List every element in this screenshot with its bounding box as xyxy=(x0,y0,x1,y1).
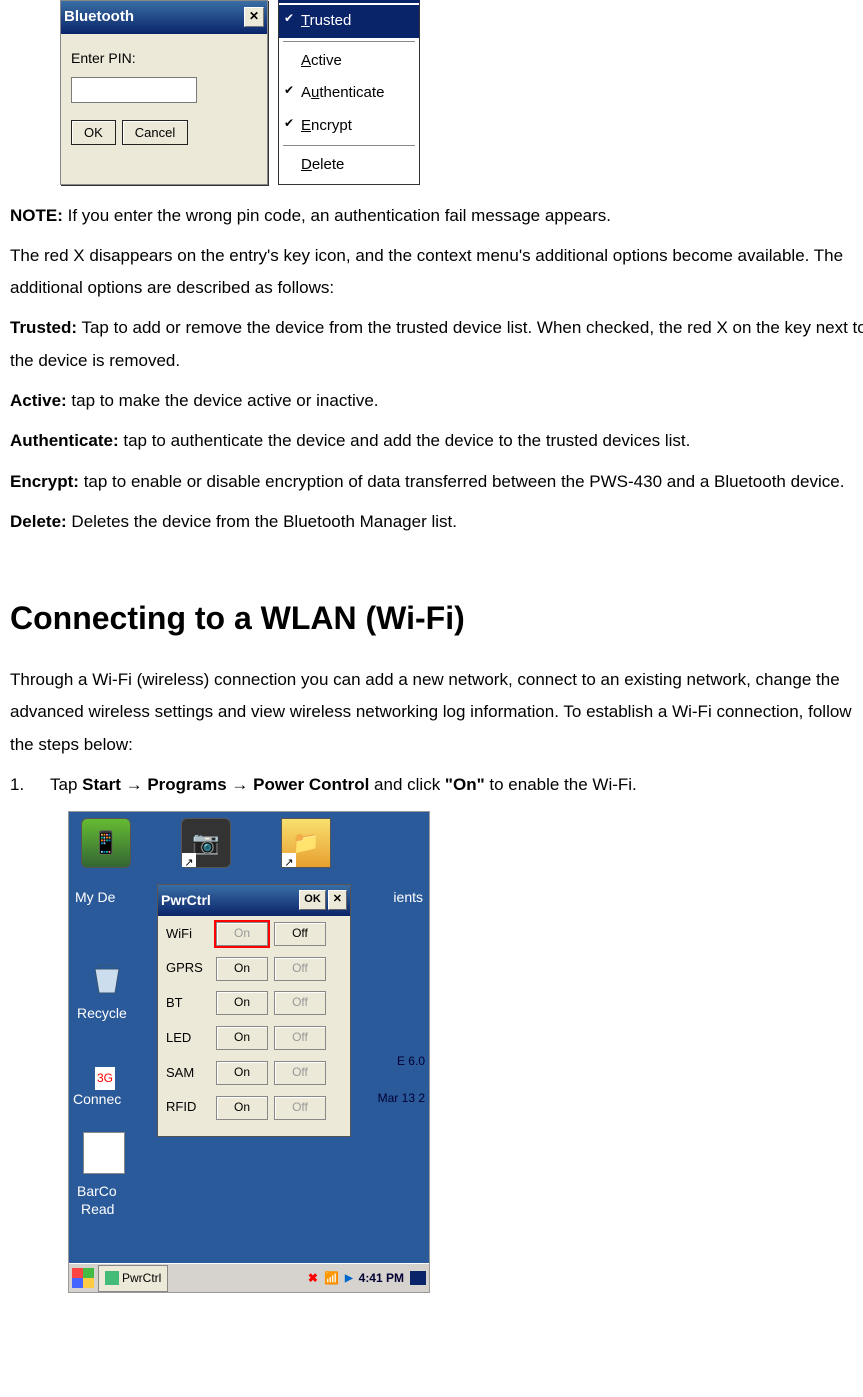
desk-label-ients: ients xyxy=(393,884,423,911)
app-icon xyxy=(105,1271,119,1285)
shortcut-overlay-icon: ↗ xyxy=(182,853,196,867)
off-button[interactable]: Off xyxy=(274,922,326,946)
pwr-label: GPRS xyxy=(166,956,210,981)
opt-encrypt-head: Encrypt: xyxy=(10,472,79,491)
step-1: 1. Tap Start → Programs → Power Control … xyxy=(10,769,863,801)
pwr-row-sam: SAMOnOff xyxy=(166,1061,342,1086)
pwrctrl-titlebar: PwrCtrl OK ✕ xyxy=(158,885,350,916)
opt-auth-text: tap to authenticate the device and add t… xyxy=(119,431,691,450)
pwr-row-rfid: RFIDOnOff xyxy=(166,1095,342,1120)
opt-trusted-text: Tap to add or remove the device from the… xyxy=(10,318,863,369)
on-button[interactable]: On xyxy=(216,922,268,946)
off-button[interactable]: Off xyxy=(274,1061,326,1085)
taskbar-app-pwrctrl[interactable]: PwrCtrl xyxy=(98,1265,168,1292)
pwr-label: LED xyxy=(166,1026,210,1051)
on-button[interactable]: On xyxy=(216,991,268,1015)
opt-active: Active: tap to make the device active or… xyxy=(10,385,863,417)
network-tray-icon[interactable] xyxy=(410,1271,426,1285)
on-button[interactable]: On xyxy=(216,1096,268,1120)
pwr-row-gprs: GPRSOnOff xyxy=(166,956,342,981)
start-button[interactable] xyxy=(72,1268,94,1288)
side-text-e60: E 6.0 xyxy=(397,1050,425,1073)
ctx-item-authenticate[interactable]: Authenticate xyxy=(279,77,419,110)
pwrctrl-window: PwrCtrl OK ✕ WiFiOnOffGPRSOnOffBTOnOffLE… xyxy=(157,884,351,1137)
pwr-row-bt: BTOnOff xyxy=(166,991,342,1016)
note-text: If you enter the wrong pin code, an auth… xyxy=(63,206,611,225)
cancel-button[interactable]: Cancel xyxy=(122,120,188,145)
desk-label-connec: Connec xyxy=(73,1086,121,1113)
step-text: Tap Start → Programs → Power Control and… xyxy=(50,769,637,801)
step-number: 1. xyxy=(10,769,50,801)
note-paragraph: NOTE: If you enter the wrong pin code, a… xyxy=(10,200,863,232)
pwrctrl-screenshot: 📱 📷↗ 📁↗ My De ients Recycle 3G Connec E … xyxy=(68,811,430,1293)
off-button[interactable]: Off xyxy=(274,1096,326,1120)
side-text-mar: Mar 13 2 xyxy=(378,1087,425,1110)
desk-label-recycle: Recycle xyxy=(77,1000,127,1027)
pwr-row-led: LEDOnOff xyxy=(166,1026,342,1051)
desk-label-read: Read xyxy=(81,1196,114,1223)
opt-active-head: Active: xyxy=(10,391,67,410)
signal-icon[interactable]: 📶 xyxy=(324,1267,339,1290)
pwr-label: BT xyxy=(166,991,210,1016)
tray-arrow-icon[interactable]: ▶ xyxy=(345,1269,353,1288)
opt-delete: Delete: Deletes the device from the Blue… xyxy=(10,506,863,538)
ctx-trusted-rest: rusted xyxy=(310,12,352,29)
shortcut-overlay-icon: ↗ xyxy=(282,853,296,867)
off-button[interactable]: Off xyxy=(274,1026,326,1050)
barcode-icon[interactable] xyxy=(83,1132,125,1174)
menu-separator xyxy=(283,41,415,42)
bluetooth-context-menu: Trusted Active Authenticate Encrypt Dele… xyxy=(278,0,420,185)
taskbar-app-label: PwrCtrl xyxy=(122,1267,161,1290)
pwr-label: WiFi xyxy=(166,922,210,947)
camera-icon[interactable]: 📷↗ xyxy=(181,818,231,868)
close-icon[interactable]: ✕ xyxy=(244,7,264,27)
opt-delete-head: Delete: xyxy=(10,512,67,531)
recycle-bin-icon[interactable] xyxy=(87,957,127,997)
ctx-item-trusted[interactable]: Trusted xyxy=(279,5,419,38)
off-button[interactable]: Off xyxy=(274,991,326,1015)
opt-encrypt: Encrypt: tap to enable or disable encryp… xyxy=(10,466,863,498)
bluetooth-title: Bluetooth xyxy=(64,3,134,32)
on-button[interactable]: On xyxy=(216,1061,268,1085)
bluetooth-titlebar: Bluetooth ✕ xyxy=(61,1,267,34)
ctx-item-delete[interactable]: Delete xyxy=(279,149,419,182)
close-icon[interactable]: ✕ xyxy=(328,890,347,910)
taskbar: PwrCtrl ✖ 📶 ▶ 4:41 PM xyxy=(69,1263,429,1292)
note-prefix: NOTE: xyxy=(10,206,63,225)
ctx-item-encrypt[interactable]: Encrypt xyxy=(279,110,419,143)
opt-trusted: Trusted: Tap to add or remove the device… xyxy=(10,312,863,377)
enter-pin-label: Enter PIN: xyxy=(71,50,136,66)
opt-active-text: tap to make the device active or inactiv… xyxy=(67,391,379,410)
ctx-item-active[interactable]: Active xyxy=(279,45,419,78)
pin-input[interactable] xyxy=(71,77,197,103)
my-device-icon[interactable]: 📱 xyxy=(81,818,131,868)
opt-delete-text: Deletes the device from the Bluetooth Ma… xyxy=(67,512,457,531)
opt-auth-head: Authenticate: xyxy=(10,431,119,450)
pwr-label: SAM xyxy=(166,1061,210,1086)
opt-encrypt-text: tap to enable or disable encryption of d… xyxy=(79,472,845,491)
desk-label-my-device: My De xyxy=(75,889,115,905)
para-intro: The red X disappears on the entry's key … xyxy=(10,240,863,305)
tray-time: 4:41 PM xyxy=(359,1267,404,1290)
bluetooth-pin-dialog: Bluetooth ✕ Enter PIN: OK Cancel xyxy=(60,0,268,185)
section-para: Through a Wi-Fi (wireless) connection yo… xyxy=(10,664,863,761)
ok-button[interactable]: OK xyxy=(299,890,326,910)
pwr-row-wifi: WiFiOnOff xyxy=(166,922,342,947)
off-button[interactable]: Off xyxy=(274,957,326,981)
pwr-label: RFID xyxy=(166,1095,210,1120)
folder-icon[interactable]: 📁↗ xyxy=(281,818,331,868)
on-button[interactable]: On xyxy=(216,957,268,981)
on-button[interactable]: On xyxy=(216,1026,268,1050)
network-disabled-icon[interactable]: ✖ xyxy=(308,1267,318,1290)
pwrctrl-title: PwrCtrl xyxy=(161,887,211,914)
section-heading-wlan: Connecting to a WLAN (Wi-Fi) xyxy=(10,588,863,649)
ok-button[interactable]: OK xyxy=(71,120,116,145)
opt-trusted-head: Trusted: xyxy=(10,318,77,337)
menu-separator xyxy=(283,145,415,146)
opt-authenticate: Authenticate: tap to authenticate the de… xyxy=(10,425,863,457)
